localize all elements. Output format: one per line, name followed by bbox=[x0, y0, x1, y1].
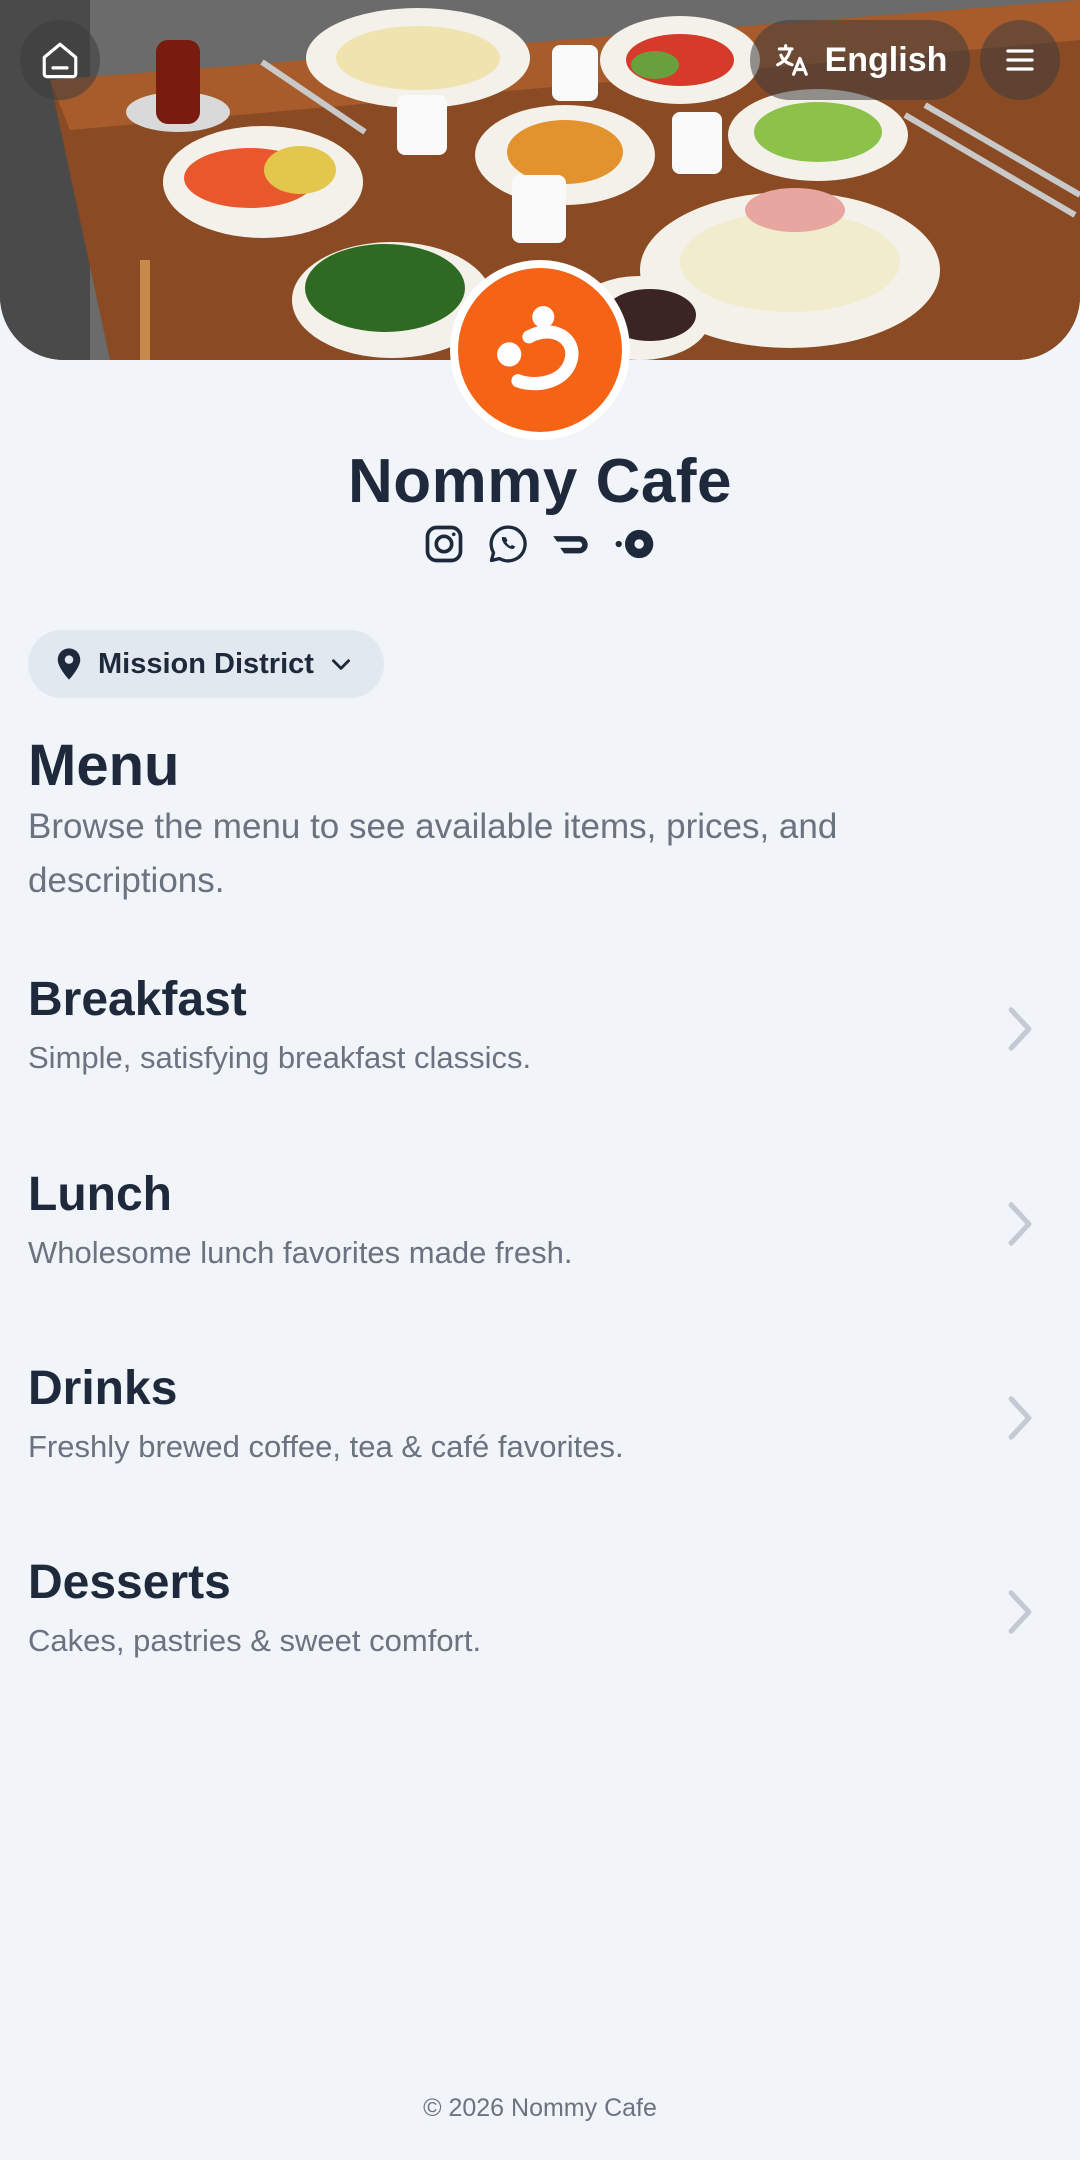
doordash-icon[interactable] bbox=[550, 522, 594, 566]
category-description: Simple, satisfying breakfast classics. bbox=[28, 1040, 532, 1075]
category-name: Drinks bbox=[28, 1362, 178, 1415]
hamburger-icon bbox=[1006, 49, 1034, 71]
category-desserts[interactable]: Desserts Cakes, pastries & sweet comfort… bbox=[0, 1555, 1080, 1705]
category-name: Breakfast bbox=[28, 973, 247, 1026]
chevron-right-icon bbox=[1008, 1202, 1032, 1246]
logo-mark bbox=[458, 268, 622, 432]
chevron-right-icon bbox=[1008, 1396, 1032, 1440]
home-button[interactable] bbox=[20, 20, 100, 100]
location-label: Mission District bbox=[98, 647, 314, 680]
category-breakfast[interactable]: Breakfast Simple, satisfying breakfast c… bbox=[0, 972, 1080, 1122]
map-pin-icon bbox=[57, 648, 81, 680]
menu-description: Browse the menu to see available items, … bbox=[28, 807, 838, 900]
smiley-logo-icon bbox=[497, 306, 579, 391]
social-links bbox=[0, 522, 1080, 566]
category-lunch[interactable]: Lunch Wholesome lunch favorites made fre… bbox=[0, 1167, 1080, 1317]
language-selector[interactable]: English bbox=[750, 20, 970, 100]
instagram-icon[interactable] bbox=[422, 522, 466, 566]
category-drinks[interactable]: Drinks Freshly brewed coffee, tea & café… bbox=[0, 1361, 1080, 1511]
language-label: English bbox=[824, 40, 948, 79]
location-selector[interactable]: Mission District bbox=[28, 630, 384, 698]
ubereats-icon[interactable] bbox=[614, 522, 658, 566]
chevron-right-icon bbox=[1008, 1007, 1032, 1051]
category-description: Cakes, pastries & sweet comfort. bbox=[28, 1623, 482, 1658]
category-name: Desserts bbox=[28, 1556, 231, 1609]
cafe-logo bbox=[450, 260, 630, 440]
category-description: Wholesome lunch favorites made fresh. bbox=[28, 1235, 573, 1270]
whatsapp-icon[interactable] bbox=[486, 522, 530, 566]
footer-copyright: © 2026 Nommy Cafe bbox=[423, 2094, 657, 2122]
translate-icon bbox=[775, 44, 808, 76]
chevron-right-icon bbox=[1008, 1590, 1032, 1634]
cafe-name: Nommy Cafe bbox=[348, 447, 732, 516]
menu-heading: Menu bbox=[28, 733, 180, 798]
chevron-down-icon bbox=[331, 659, 350, 670]
home-icon bbox=[42, 42, 78, 79]
hamburger-menu-button[interactable] bbox=[980, 20, 1060, 100]
category-description: Freshly brewed coffee, tea & café favori… bbox=[28, 1429, 624, 1464]
category-name: Lunch bbox=[28, 1168, 172, 1221]
